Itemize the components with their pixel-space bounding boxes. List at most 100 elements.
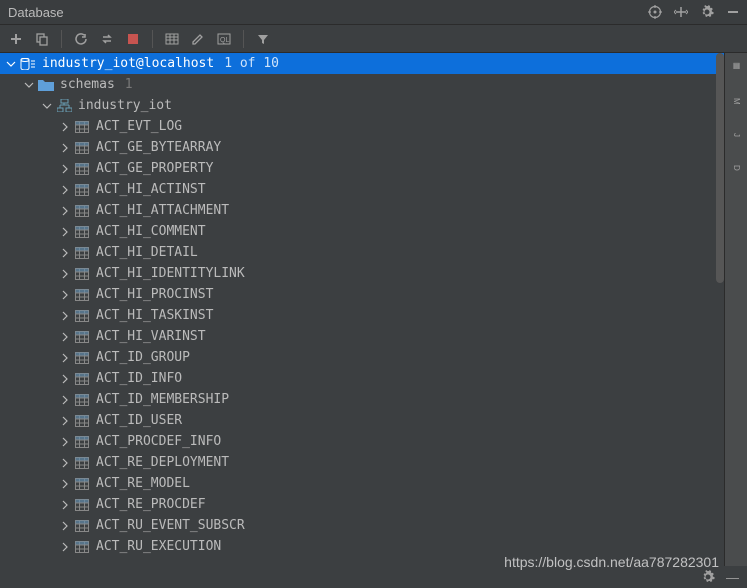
node-type-icon [20, 56, 36, 72]
edit-icon[interactable] [188, 29, 208, 49]
table-node[interactable]: ACT_HI_COMMENT [0, 221, 724, 242]
gear-icon[interactable] [700, 569, 716, 585]
chevron-down-icon[interactable] [42, 101, 52, 111]
node-label: ACT_HI_IDENTITYLINK [96, 266, 245, 281]
table-node[interactable]: ACT_RE_PROCDEF [0, 494, 724, 515]
node-label: ACT_RE_MODEL [96, 476, 190, 491]
chevron-right-icon[interactable] [60, 479, 70, 489]
table-node[interactable]: ACT_GE_PROPERTY [0, 158, 724, 179]
table-node[interactable]: ACT_RU_EXECUTION [0, 536, 724, 557]
table-node[interactable]: ACT_ID_GROUP [0, 347, 724, 368]
node-label: ACT_HI_COMMENT [96, 224, 206, 239]
node-type-icon [74, 329, 90, 345]
chevron-right-icon[interactable] [60, 290, 70, 300]
schema-node[interactable]: industry_iot [0, 95, 724, 116]
node-label: industry_iot [78, 98, 172, 113]
node-type-icon [74, 308, 90, 324]
node-type-icon [74, 518, 90, 534]
chevron-right-icon[interactable] [60, 416, 70, 426]
chevron-right-icon[interactable] [60, 269, 70, 279]
node-label: schemas [60, 77, 115, 92]
sidebar-tab[interactable]: J [732, 133, 740, 137]
copy-icon[interactable] [32, 29, 52, 49]
chevron-right-icon[interactable] [60, 227, 70, 237]
chevron-right-icon[interactable] [60, 143, 70, 153]
table-node[interactable]: ACT_RU_EVENT_SUBSCR [0, 515, 724, 536]
node-type-icon [74, 287, 90, 303]
table-node[interactable]: ACT_RE_DEPLOYMENT [0, 452, 724, 473]
node-type-icon [74, 245, 90, 261]
separator [243, 30, 244, 48]
table-node[interactable]: ACT_GE_BYTEARRAY [0, 137, 724, 158]
node-type-icon [74, 224, 90, 240]
database-tree[interactable]: industry_iot@localhost1 of 10 schemas 1 ind… [0, 53, 724, 566]
node-label: ACT_RU_EVENT_SUBSCR [96, 518, 245, 533]
node-label: ACT_GE_BYTEARRAY [96, 140, 221, 155]
chevron-right-icon[interactable] [60, 437, 70, 447]
chevron-right-icon[interactable] [60, 164, 70, 174]
minimize-icon[interactable]: — [726, 570, 739, 585]
table-node[interactable]: ACT_ID_MEMBERSHIP [0, 389, 724, 410]
chevron-right-icon[interactable] [60, 185, 70, 195]
filter-icon[interactable] [253, 29, 273, 49]
table-node[interactable]: ACT_HI_TASKINST [0, 305, 724, 326]
connection-node[interactable]: industry_iot@localhost1 of 10 [0, 53, 724, 74]
node-type-icon [74, 203, 90, 219]
table-node[interactable]: ACT_HI_ACTINST [0, 179, 724, 200]
split-icon[interactable] [673, 4, 689, 20]
sidebar-tab[interactable]: M [732, 98, 740, 105]
node-type-icon [74, 497, 90, 513]
chevron-right-icon[interactable] [60, 395, 70, 405]
node-count: 1 of 10 [224, 56, 279, 71]
chevron-right-icon[interactable] [60, 332, 70, 342]
chevron-down-icon[interactable] [24, 80, 34, 90]
sync-icon[interactable] [97, 29, 117, 49]
table-node[interactable]: ACT_RE_MODEL [0, 473, 724, 494]
node-label: ACT_ID_INFO [96, 371, 182, 386]
panel-title: Database [8, 5, 64, 20]
table-node[interactable]: ACT_ID_USER [0, 410, 724, 431]
table-node[interactable]: ACT_PROCDEF_INFO [0, 431, 724, 452]
scrollbar[interactable] [716, 53, 724, 283]
chevron-right-icon[interactable] [60, 248, 70, 258]
table-node[interactable]: ACT_ID_INFO [0, 368, 724, 389]
node-type-icon [74, 455, 90, 471]
chevron-right-icon[interactable] [60, 542, 70, 552]
table-node[interactable]: ACT_EVT_LOG [0, 116, 724, 137]
stop-icon[interactable] [123, 29, 143, 49]
node-label: ACT_EVT_LOG [96, 119, 182, 134]
node-label: ACT_ID_GROUP [96, 350, 190, 365]
chevron-right-icon[interactable] [60, 122, 70, 132]
target-icon[interactable] [647, 4, 663, 20]
chevron-down-icon[interactable] [6, 59, 16, 69]
chevron-right-icon[interactable] [60, 374, 70, 384]
chevron-right-icon[interactable] [60, 353, 70, 363]
chevron-right-icon[interactable] [60, 500, 70, 510]
chevron-right-icon[interactable] [60, 311, 70, 321]
minimize-icon[interactable] [725, 4, 741, 20]
gear-icon[interactable] [699, 4, 715, 20]
toolbar: QL [0, 25, 747, 53]
node-type-icon [74, 119, 90, 135]
panel-header: Database [0, 0, 747, 25]
chevron-right-icon[interactable] [60, 206, 70, 216]
node-type-icon [74, 413, 90, 429]
sidebar-tab[interactable]: ▦ [732, 61, 740, 70]
table-node[interactable]: ACT_HI_IDENTITYLINK [0, 263, 724, 284]
console-icon[interactable]: QL [214, 29, 234, 49]
schemas-node[interactable]: schemas 1 [0, 74, 724, 95]
table-node[interactable]: ACT_HI_DETAIL [0, 242, 724, 263]
table-icon[interactable] [162, 29, 182, 49]
chevron-right-icon[interactable] [60, 458, 70, 468]
node-count: 1 [125, 77, 133, 92]
table-node[interactable]: ACT_HI_PROCINST [0, 284, 724, 305]
table-node[interactable]: ACT_HI_ATTACHMENT [0, 200, 724, 221]
chevron-right-icon[interactable] [60, 521, 70, 531]
refresh-icon[interactable] [71, 29, 91, 49]
node-label: ACT_GE_PROPERTY [96, 161, 213, 176]
table-node[interactable]: ACT_HI_VARINST [0, 326, 724, 347]
add-icon[interactable] [6, 29, 26, 49]
sidebar-tab[interactable]: D [732, 165, 740, 171]
node-label: ACT_HI_TASKINST [96, 308, 213, 323]
node-type-icon [38, 77, 54, 93]
